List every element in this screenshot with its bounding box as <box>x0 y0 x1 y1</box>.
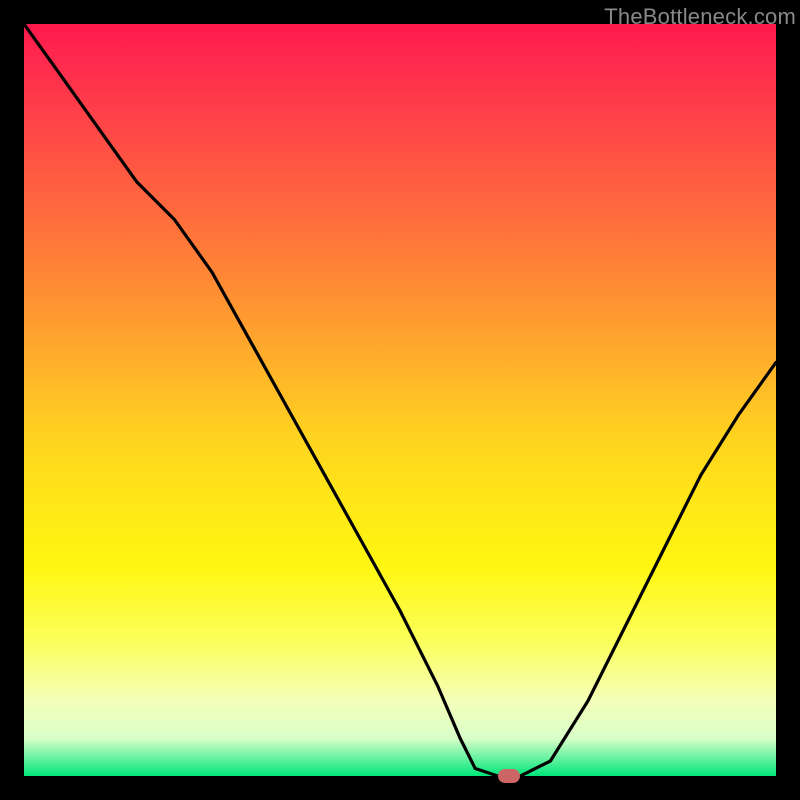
chart-frame: TheBottleneck.com <box>0 0 800 800</box>
optimum-marker <box>498 769 520 783</box>
plot-area <box>24 24 776 776</box>
bottleneck-curve <box>24 24 776 776</box>
curve-path <box>24 24 776 776</box>
